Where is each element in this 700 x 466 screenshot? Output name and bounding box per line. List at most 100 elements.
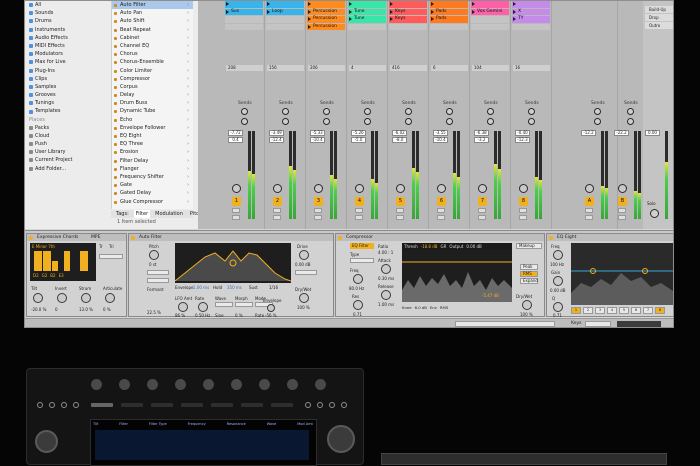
eq-band-button[interactable]: 5: [619, 307, 629, 314]
empty-clip-slot[interactable]: [471, 23, 509, 30]
encoder-knob[interactable]: [175, 379, 186, 390]
browser-item[interactable]: Color Limiter: [112, 67, 193, 75]
eq-band-button[interactable]: 4: [607, 307, 617, 314]
clip-icon[interactable]: [329, 402, 335, 408]
env-value[interactable]: RMS: [440, 304, 448, 311]
browser-category[interactable]: All: [25, 1, 111, 9]
volume-field[interactable]: -7.72: [228, 130, 243, 136]
send-a-knob[interactable]: [594, 108, 601, 115]
send-b-knob[interactable]: [323, 118, 330, 125]
select-button[interactable]: [121, 403, 143, 407]
master-track[interactable]: Build-Up Drop Outro 0.00 Solo: [643, 1, 673, 229]
track-io[interactable]: 104: [472, 65, 509, 71]
volume-field[interactable]: -6.02: [392, 130, 407, 136]
clip-slot[interactable]: [348, 1, 386, 8]
scrollbar[interactable]: [455, 321, 555, 327]
encoder-knob[interactable]: [91, 379, 102, 390]
volume-field-2[interactable]: -12.3: [515, 137, 530, 143]
midi-field[interactable]: [585, 321, 611, 327]
empty-clip-slot[interactable]: [389, 23, 427, 30]
browser-item[interactable]: Glue Compressor: [112, 198, 193, 206]
track-io[interactable]: 6: [431, 65, 468, 71]
clip-slot[interactable]: [307, 1, 345, 8]
pan-knob[interactable]: [585, 184, 594, 193]
chord-param-knob[interactable]: [33, 293, 43, 303]
clip-slot[interactable]: [512, 1, 550, 8]
browser-item[interactable]: Dynamic Tube: [112, 107, 193, 116]
send-a-knob[interactable]: [241, 108, 248, 115]
track-strip[interactable]: Tune Tune 4 Sends -5.26 -5.0 4: [347, 1, 388, 229]
send-a-knob[interactable]: [282, 108, 289, 115]
arm-button[interactable]: [478, 215, 486, 220]
empty-clip-slot[interactable]: [266, 23, 304, 30]
track-activator[interactable]: 5: [396, 197, 405, 206]
select-button[interactable]: [241, 403, 263, 407]
select-button[interactable]: [271, 403, 293, 407]
chord-param-knob[interactable]: [105, 293, 115, 303]
track-strip[interactable]: X TY 16 Sends -0.40 -12.3 8: [511, 1, 552, 229]
browser-item[interactable]: Gate: [112, 181, 193, 190]
pan-knob[interactable]: [273, 184, 282, 193]
clip-view-toggle[interactable]: [617, 321, 661, 327]
eq-filter-toggle[interactable]: EQ Filter: [350, 243, 374, 249]
master-volume[interactable]: 0.00: [645, 130, 660, 136]
browser-item[interactable]: Chorus-Ensemble: [112, 58, 193, 67]
track-strip[interactable]: Keys Keys 416 Sends -6.02 -8.0 5: [388, 1, 429, 229]
volume-field-2[interactable]: -8.0: [392, 137, 407, 143]
pan-knob[interactable]: [232, 184, 241, 193]
volume-field[interactable]: -12.2: [581, 130, 596, 136]
eq-q-knob[interactable]: [553, 302, 563, 312]
encoder-knob[interactable]: [119, 379, 130, 390]
device-compressor[interactable]: Compressor EQ Filter Type Freq 80.0 Hz R…: [335, 233, 545, 317]
volume-field[interactable]: -5.33: [310, 130, 325, 136]
drive-mode-dropdown[interactable]: [295, 270, 317, 275]
clip-slot[interactable]: [225, 1, 263, 8]
eq-band-button[interactable]: 6: [631, 307, 641, 314]
browser-category[interactable]: Sounds: [25, 9, 111, 17]
mpe-toggle[interactable]: MPE: [91, 234, 100, 241]
browser-item[interactable]: Flanger: [112, 165, 193, 173]
browser-category[interactable]: Audio Effects: [25, 34, 111, 42]
pitch-knob[interactable]: [149, 250, 159, 260]
clip-slot[interactable]: Percussion: [307, 8, 345, 15]
eq-band-button[interactable]: 7: [643, 307, 653, 314]
send-a-knob[interactable]: [364, 108, 371, 115]
send-a-knob[interactable]: [405, 108, 412, 115]
scene-launch[interactable]: Outro: [645, 22, 673, 29]
send-b-knob[interactable]: [364, 118, 371, 125]
drive-knob[interactable]: [299, 250, 309, 260]
track-strip[interactable]: Vox Gemini 104 Sends -6.38 -3.2 7: [470, 1, 511, 229]
tag-modulation[interactable]: Modulation: [153, 210, 185, 218]
eq-display[interactable]: [571, 243, 673, 305]
encoder-knob[interactable]: [287, 379, 298, 390]
browser-category[interactable]: MIDI Effects: [25, 42, 111, 50]
track-io[interactable]: 416: [390, 65, 427, 71]
lfo-param-dropdown[interactable]: [235, 302, 253, 307]
lfo-param-knob[interactable]: [178, 302, 188, 312]
select-button[interactable]: [91, 403, 113, 407]
browser-item[interactable]: Auto Pan: [112, 9, 193, 18]
track-activator[interactable]: A: [585, 197, 594, 206]
empty-clip-slot[interactable]: [430, 23, 468, 30]
select-button[interactable]: [211, 403, 233, 407]
volume-field[interactable]: -0.40: [515, 130, 530, 136]
browser-place[interactable]: User Library: [25, 148, 111, 156]
expand-button[interactable]: Expand: [520, 278, 538, 284]
solo-button[interactable]: [519, 208, 527, 213]
select-button[interactable]: [181, 403, 203, 407]
volume-field-2[interactable]: -5.0: [351, 137, 366, 143]
track-strip[interactable]: Sus 208 Sends -7.72 0.4 1: [224, 1, 265, 229]
eq-band-button[interactable]: 8: [655, 307, 665, 314]
arm-button[interactable]: [232, 215, 240, 220]
arm-button[interactable]: [355, 215, 363, 220]
browser-item[interactable]: Erosion: [112, 148, 193, 157]
send-b-knob[interactable]: [405, 118, 412, 125]
browser-category[interactable]: Max for Live: [25, 58, 111, 66]
volume-field[interactable]: -22.2: [614, 130, 629, 136]
cue-knob[interactable]: [650, 209, 659, 218]
volume-field[interactable]: -3.49: [269, 130, 284, 136]
clip-slot[interactable]: X: [512, 8, 550, 15]
send-b-knob[interactable]: [487, 118, 494, 125]
envelope-release[interactable]: 350 ms: [227, 285, 242, 290]
mixer-icon[interactable]: [317, 402, 323, 408]
